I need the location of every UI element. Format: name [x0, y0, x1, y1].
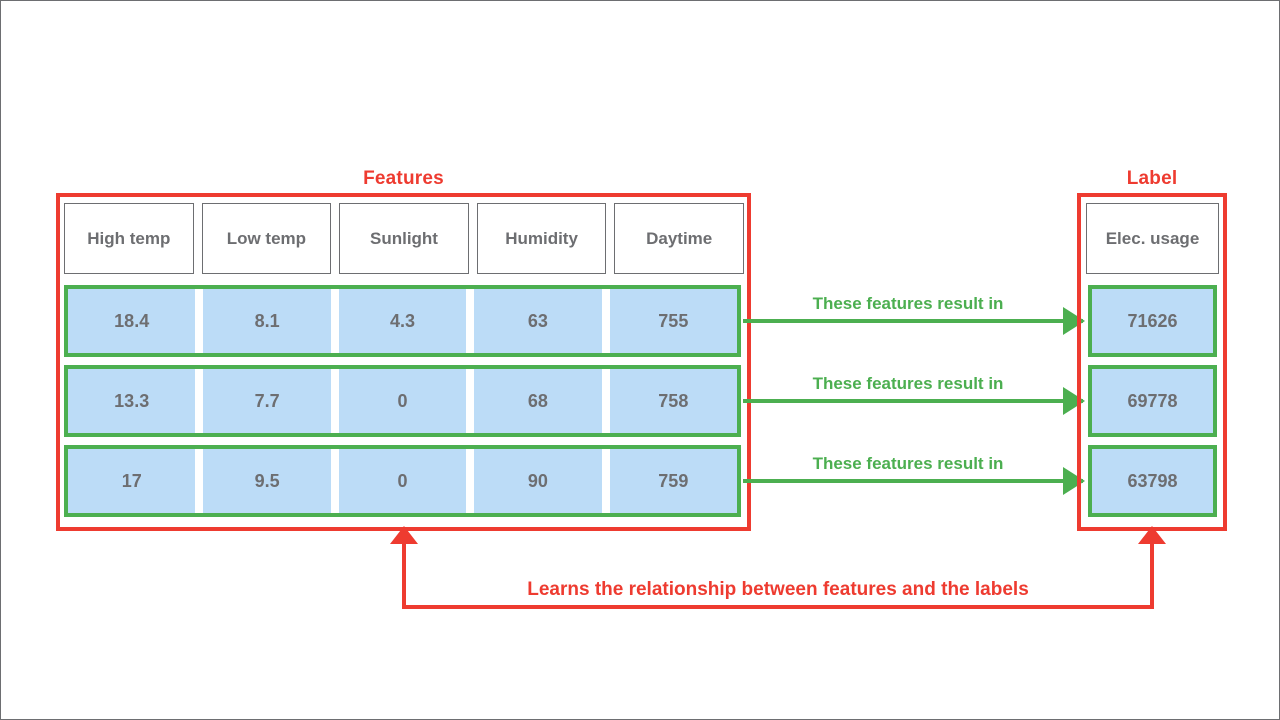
label-cell: 71626 [1092, 289, 1213, 353]
features-header-row: High temp Low temp Sunlight Humidity Day… [64, 203, 744, 274]
features-cell: 18.4 [68, 289, 196, 353]
features-data-row: 17 9.5 0 90 759 [64, 445, 741, 517]
feedback-label: Learns the relationship between features… [527, 579, 1029, 600]
features-cell: 68 [474, 369, 602, 433]
features-header-cell-daytime: Daytime [614, 203, 744, 274]
connector-label: These features result in [812, 454, 1004, 473]
features-cell: 0 [338, 369, 467, 433]
features-cell: 9.5 [203, 449, 331, 513]
features-data-row: 13.3 7.7 0 68 758 [64, 365, 741, 437]
feedback-line-bottom [402, 605, 1154, 609]
features-header-cell-sunlight: Sunlight [339, 203, 469, 274]
label-data-row: 71626 [1088, 285, 1217, 357]
features-cell: 63 [474, 289, 602, 353]
features-section-title: Features [363, 168, 444, 189]
features-cell: 13.3 [68, 369, 196, 433]
features-cell: 755 [609, 289, 738, 353]
connector-line [743, 319, 1083, 323]
features-cell: 8.1 [203, 289, 331, 353]
label-section-title: Label [1126, 168, 1178, 189]
features-cell: 90 [474, 449, 602, 513]
features-cell: 0 [338, 449, 467, 513]
features-data-row: 18.4 8.1 4.3 63 755 [64, 285, 741, 357]
label-cell: 69778 [1092, 369, 1213, 433]
features-cell: 759 [609, 449, 738, 513]
connector-label: These features result in [812, 374, 1004, 393]
features-cell: 758 [609, 369, 738, 433]
features-header-cell-low-temp: Low temp [201, 203, 332, 274]
connector-line [743, 479, 1083, 483]
features-cell: 4.3 [338, 289, 467, 353]
features-cell: 7.7 [203, 369, 331, 433]
features-cell: 17 [68, 449, 196, 513]
connector-line [743, 399, 1083, 403]
label-data-row: 63798 [1088, 445, 1217, 517]
features-header-cell-high-temp: High temp [64, 203, 194, 274]
label-data-row: 69778 [1088, 365, 1217, 437]
label-header-cell-elec-usage: Elec. usage [1086, 203, 1219, 274]
label-cell: 63798 [1092, 449, 1213, 513]
diagram-canvas: Features High temp Low temp Sunlight Hum… [0, 0, 1280, 720]
features-header-cell-humidity: Humidity [476, 203, 607, 274]
label-header-row: Elec. usage [1086, 203, 1219, 274]
connector-label: These features result in [812, 294, 1004, 313]
